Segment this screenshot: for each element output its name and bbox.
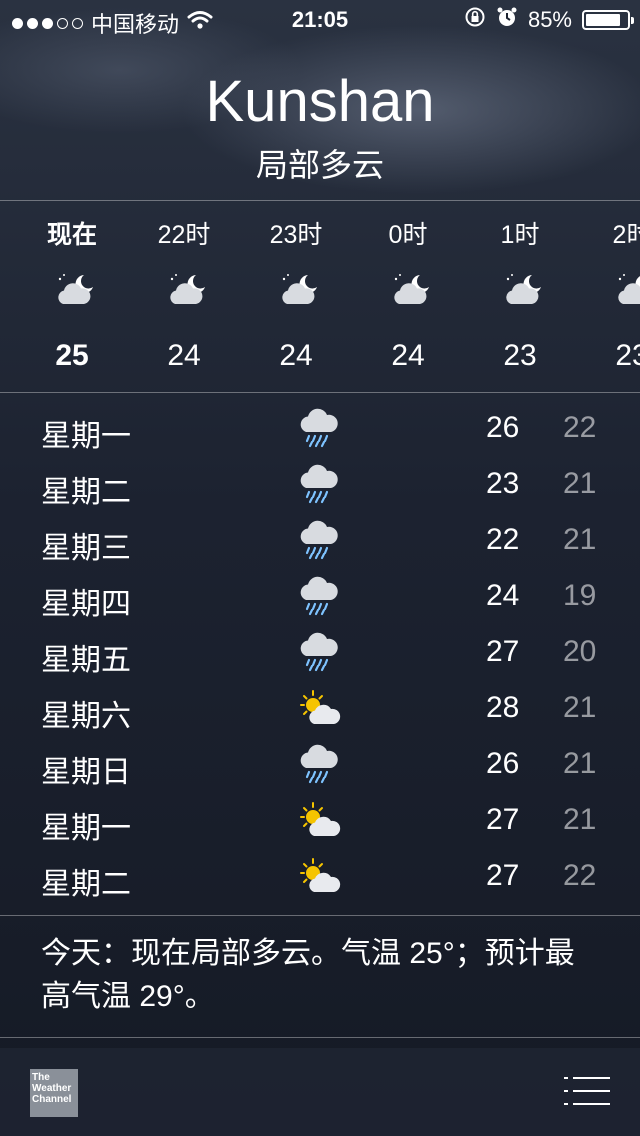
logo-text-line: Channel xyxy=(32,1094,72,1105)
today-summary: 今天：现在局部多云。气温 25°；预计最高气温 29°。 xyxy=(41,937,575,1013)
hour-label: 1时 xyxy=(500,221,540,249)
daily-row: 星期二 27 22 xyxy=(0,848,640,904)
divider xyxy=(0,915,640,916)
partly-sunny-icon xyxy=(297,800,343,840)
day-low-temp: 21 xyxy=(563,691,597,724)
day-name: 星期一 xyxy=(41,420,131,453)
day-low-temp: 19 xyxy=(563,579,597,612)
partly-cloudy-night-icon xyxy=(278,271,320,307)
rain-icon xyxy=(297,576,343,616)
day-name: 星期五 xyxy=(41,644,131,677)
day-low-temp: 22 xyxy=(563,859,597,892)
day-low-temp: 21 xyxy=(563,467,597,500)
hourly-forecast[interactable]: 现在 25 22时 24 23时 24 0时 24 1时 23 2时 23 xyxy=(0,201,640,392)
divider xyxy=(0,392,640,393)
rain-icon xyxy=(297,632,343,672)
battery-percent: 85% xyxy=(527,7,572,32)
rain-icon xyxy=(297,744,343,784)
weather-channel-logo[interactable]: The Weather Channel xyxy=(30,1069,78,1117)
daily-row: 星期五 27 20 xyxy=(0,624,640,680)
day-low-temp: 21 xyxy=(563,747,597,780)
logo-text-line: Weather xyxy=(32,1083,72,1094)
daily-row: 星期六 28 21 xyxy=(0,680,640,736)
day-high-temp: 26 xyxy=(486,747,520,780)
city-name: Kunshan xyxy=(205,69,435,134)
day-low-temp: 21 xyxy=(563,803,597,836)
battery-icon xyxy=(582,10,634,30)
hour-label: 现在 xyxy=(46,221,97,249)
alarm-icon xyxy=(496,6,518,34)
bottom-toolbar: The Weather Channel xyxy=(0,1048,640,1136)
partly-sunny-icon xyxy=(297,856,343,896)
day-name: 星期三 xyxy=(41,532,131,565)
hour-label: 0时 xyxy=(388,221,428,249)
daily-row: 星期日 26 21 xyxy=(0,736,640,792)
day-high-temp: 24 xyxy=(486,579,520,612)
partly-cloudy-night-icon xyxy=(166,271,208,307)
partly-sunny-icon xyxy=(297,688,343,728)
hour-temp: 23 xyxy=(503,339,537,372)
daily-row: 星期三 22 21 xyxy=(0,512,640,568)
daily-row: 星期一 26 22 xyxy=(0,400,640,456)
day-low-temp: 21 xyxy=(563,523,597,556)
hour-label: 22时 xyxy=(157,221,211,249)
orientation-lock-icon xyxy=(464,6,486,34)
partly-cloudy-night-icon xyxy=(54,271,96,307)
day-high-temp: 27 xyxy=(486,859,520,892)
status-bar: 中国移动 21:05 85% xyxy=(0,0,640,40)
day-high-temp: 27 xyxy=(486,803,520,836)
partly-cloudy-night-icon xyxy=(614,271,640,307)
day-name: 星期二 xyxy=(41,868,131,901)
day-low-temp: 20 xyxy=(563,635,597,668)
hour-label: 2时 xyxy=(612,221,640,249)
day-high-temp: 28 xyxy=(486,691,520,724)
logo-text-line: The xyxy=(32,1072,50,1083)
list-icon[interactable] xyxy=(564,1076,610,1106)
day-name: 星期四 xyxy=(41,588,131,621)
hour-temp: 24 xyxy=(391,339,425,372)
day-low-temp: 22 xyxy=(563,411,597,444)
day-name: 星期二 xyxy=(41,476,131,509)
rain-icon xyxy=(297,520,343,560)
partly-cloudy-night-icon xyxy=(502,271,544,307)
daily-row: 星期四 24 19 xyxy=(0,568,640,624)
hour-temp: 23 xyxy=(615,339,640,372)
day-high-temp: 26 xyxy=(486,411,520,444)
hour-temp: 25 xyxy=(55,339,89,372)
day-name: 星期六 xyxy=(41,700,131,733)
hour-temp: 24 xyxy=(279,339,313,372)
partly-cloudy-night-icon xyxy=(390,271,432,307)
day-high-temp: 23 xyxy=(486,467,520,500)
day-high-temp: 27 xyxy=(486,635,520,668)
status-right: 85% xyxy=(464,6,634,34)
day-high-temp: 22 xyxy=(486,523,520,556)
daily-row: 星期二 23 21 xyxy=(0,456,640,512)
current-condition: 局部多云 xyxy=(255,147,384,183)
hour-label: 23时 xyxy=(269,221,323,249)
hour-temp: 24 xyxy=(167,339,201,372)
rain-icon xyxy=(297,464,343,504)
day-name: 星期日 xyxy=(41,756,131,789)
rain-icon xyxy=(297,408,343,448)
divider xyxy=(0,1037,640,1038)
daily-row: 星期一 27 21 xyxy=(0,792,640,848)
day-name: 星期一 xyxy=(41,812,131,845)
